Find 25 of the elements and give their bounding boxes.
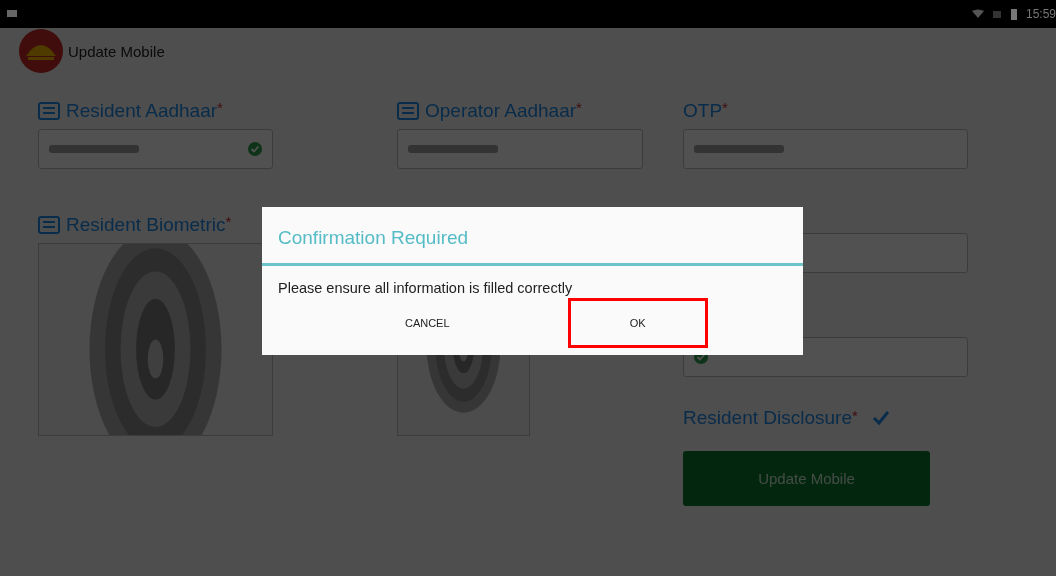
wifi-icon: [971, 9, 984, 19]
required-mark: *: [576, 99, 582, 116]
field-label: OTP: [683, 100, 723, 122]
dialog-message: Please ensure all information is filled correctly: [277, 279, 574, 296]
required-mark: *: [217, 99, 223, 116]
notification-icon: [6, 9, 18, 19]
emblem-logo-icon: [18, 28, 64, 74]
app-title: Update Mobile: [68, 42, 165, 60]
checkbox[interactable]: [871, 409, 890, 427]
ok-button[interactable]: OK: [567, 298, 708, 348]
required-mark: *: [722, 99, 728, 116]
checkbox-label: Resident Disclosure: [683, 407, 852, 429]
input-field[interactable]: [683, 129, 968, 169]
input-field[interactable]: [397, 129, 643, 169]
required-mark: *: [225, 213, 232, 230]
field-label: Resident Aadhaar: [66, 100, 218, 122]
cancel-button[interactable]: CANCEL: [357, 298, 498, 348]
field-label: Operator Aadhaar: [425, 100, 577, 122]
signal-icon: [991, 9, 1002, 19]
input-field[interactable]: [38, 129, 273, 169]
dialog-title: Confirmation Required: [262, 207, 803, 266]
field-label: Resident Biometric: [66, 214, 226, 236]
clock-time: 15:59: [1025, 7, 1056, 21]
battery-icon: [1009, 8, 1018, 20]
required-mark: *: [851, 407, 858, 424]
